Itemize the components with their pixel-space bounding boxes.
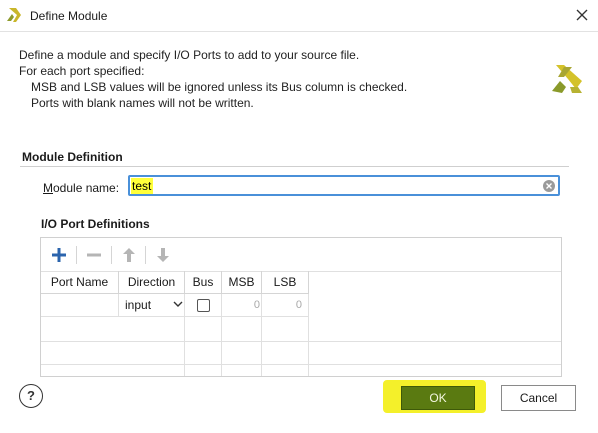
lsb-value: 0: [295, 299, 302, 311]
io-port-heading: I/O Port Definitions: [41, 217, 150, 231]
module-name-field[interactable]: [128, 175, 560, 196]
direction-select[interactable]: input: [125, 296, 183, 314]
cancel-button[interactable]: Cancel: [501, 385, 576, 411]
close-button[interactable]: [570, 4, 594, 26]
plus-icon: [52, 248, 66, 262]
title-bar: Define Module: [0, 0, 598, 32]
bus-checkbox[interactable]: [197, 299, 210, 312]
column-header-msb[interactable]: MSB: [222, 271, 262, 294]
app-logo-icon: [7, 8, 21, 22]
module-name-input[interactable]: [132, 178, 532, 194]
intro-line: Ports with blank names will not be writt…: [31, 96, 254, 110]
minus-icon: [87, 253, 101, 257]
module-name-label-text: odule name:: [53, 181, 120, 195]
toolbar-separator: [76, 246, 77, 264]
section-divider: [20, 166, 569, 167]
toolbar-separator: [145, 246, 146, 264]
msb-value: 0: [253, 299, 260, 311]
intro-line: MSB and LSB values will be ignored unles…: [31, 80, 408, 94]
column-header-bus[interactable]: Bus: [185, 271, 222, 294]
chevron-down-icon: [173, 301, 183, 307]
clear-icon[interactable]: [543, 180, 555, 192]
arrow-down-icon: [157, 248, 169, 262]
window-title: Define Module: [30, 9, 108, 23]
brand-logo-icon: [552, 65, 582, 93]
help-button[interactable]: ?: [19, 384, 43, 408]
io-port-table: Port Name Direction Bus MSB LSB input 0 …: [40, 237, 562, 377]
column-header-lsb[interactable]: LSB: [262, 271, 309, 294]
direction-column-line: [119, 317, 185, 376]
close-icon: [576, 9, 588, 21]
intro-text: Define a module and specify I/O Ports to…: [19, 47, 407, 111]
move-down-button[interactable]: [152, 244, 174, 266]
msb-column-line: [222, 317, 262, 376]
column-header-direction[interactable]: Direction: [119, 271, 185, 294]
port-name-cell[interactable]: [41, 294, 119, 317]
intro-line: For each port specified:: [19, 64, 145, 78]
move-up-button[interactable]: [118, 244, 140, 266]
ok-button[interactable]: OK: [401, 386, 475, 410]
arrow-up-icon: [123, 248, 135, 262]
remove-port-button[interactable]: [83, 244, 105, 266]
module-definition-heading: Module Definition: [22, 150, 123, 164]
toolbar-separator: [111, 246, 112, 264]
bus-column-line: [185, 317, 222, 376]
mnemonic-letter: M: [43, 181, 53, 195]
direction-value: input: [125, 298, 152, 312]
module-name-label: Module name:: [43, 181, 119, 195]
table-toolbar: [41, 238, 561, 272]
column-header-port-name[interactable]: Port Name: [41, 271, 119, 294]
add-port-button[interactable]: [48, 244, 70, 266]
intro-line: Define a module and specify I/O Ports to…: [19, 48, 360, 62]
